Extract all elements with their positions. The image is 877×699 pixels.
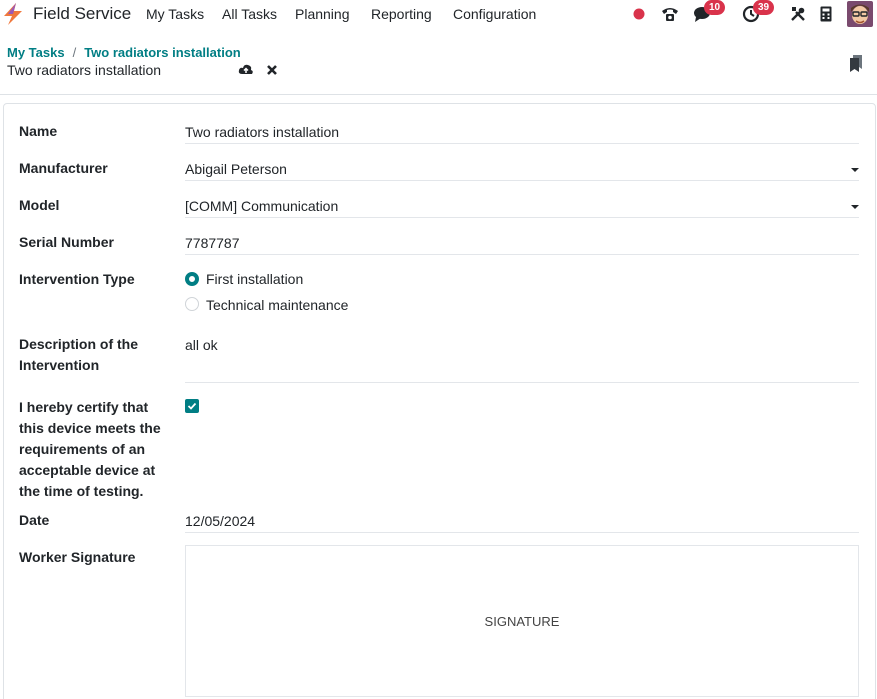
model-underline: [185, 217, 859, 218]
date-field[interactable]: 12/05/2024: [185, 511, 255, 532]
check-icon: [187, 402, 197, 410]
date-label: Date: [19, 512, 50, 528]
menu-my-tasks[interactable]: My Tasks: [146, 6, 204, 22]
date-underline: [185, 532, 859, 533]
radio-technical-maintenance-label[interactable]: Technical maintenance: [206, 297, 348, 313]
save-cloud-icon[interactable]: [238, 62, 254, 78]
signature-pad[interactable]: SIGNATURE: [185, 545, 859, 697]
manufacturer-underline: [185, 180, 859, 181]
model-label: Model: [19, 197, 60, 213]
manufacturer-label: Manufacturer: [19, 160, 108, 176]
control-panel-divider: [0, 94, 877, 95]
radio-technical-maintenance[interactable]: [185, 297, 199, 311]
menu-planning[interactable]: Planning: [295, 6, 350, 22]
field-service-logo-icon[interactable]: [2, 2, 24, 26]
phone-icon[interactable]: [660, 4, 680, 24]
serial-number-field[interactable]: 7787787: [185, 233, 240, 254]
menu-configuration[interactable]: Configuration: [453, 6, 536, 22]
radio-first-installation[interactable]: [185, 272, 199, 286]
model-dropdown-caret-icon[interactable]: [851, 205, 859, 209]
app-name[interactable]: Field Service: [33, 4, 131, 24]
description-label: Description of the Intervention: [19, 336, 139, 373]
messages-icon[interactable]: 10: [692, 0, 726, 24]
bookmarks-icon[interactable]: [849, 54, 863, 74]
menu-reporting[interactable]: Reporting: [371, 6, 432, 22]
manufacturer-select[interactable]: Abigail Peterson: [185, 159, 287, 180]
tools-icon[interactable]: [789, 4, 807, 24]
breadcrumb: My Tasks / Two radiators installation: [7, 45, 241, 60]
discard-close-icon[interactable]: [265, 62, 281, 78]
description-underline: [185, 382, 859, 383]
breadcrumb-current[interactable]: Two radiators installation: [84, 45, 241, 60]
breadcrumb-parent-link[interactable]: My Tasks: [7, 45, 65, 60]
breadcrumb-separator: /: [72, 45, 77, 60]
record-title: Two radiators installation: [7, 62, 162, 78]
name-label: Name: [19, 123, 58, 139]
recording-dot-icon[interactable]: [632, 4, 646, 24]
certify-checkbox[interactable]: [185, 399, 199, 413]
manufacturer-dropdown-caret-icon[interactable]: [851, 168, 859, 172]
certify-label: I hereby certify that this device meets …: [19, 399, 161, 499]
calculator-icon[interactable]: [818, 4, 834, 24]
intervention-type-label: Intervention Type: [19, 271, 135, 287]
activities-count-badge: 39: [753, 0, 775, 15]
model-select[interactable]: [COMM] Communication: [185, 196, 338, 217]
worker-signature-label: Worker Signature: [19, 549, 136, 565]
messages-count-badge: 10: [704, 0, 726, 15]
signature-placeholder: SIGNATURE: [484, 613, 560, 629]
serial-number-underline: [185, 254, 859, 255]
serial-number-label: Serial Number: [19, 234, 114, 250]
menu-all-tasks[interactable]: All Tasks: [222, 6, 277, 22]
name-field-underline: [185, 143, 859, 144]
name-field[interactable]: Two radiators installation: [185, 122, 339, 143]
top-navbar: Field Service My Tasks All Tasks Plannin…: [0, 0, 877, 28]
user-avatar[interactable]: [847, 1, 873, 27]
description-field[interactable]: all ok: [185, 335, 218, 356]
radio-first-installation-label[interactable]: First installation: [206, 271, 303, 287]
activities-clock-icon[interactable]: 39: [741, 0, 775, 24]
